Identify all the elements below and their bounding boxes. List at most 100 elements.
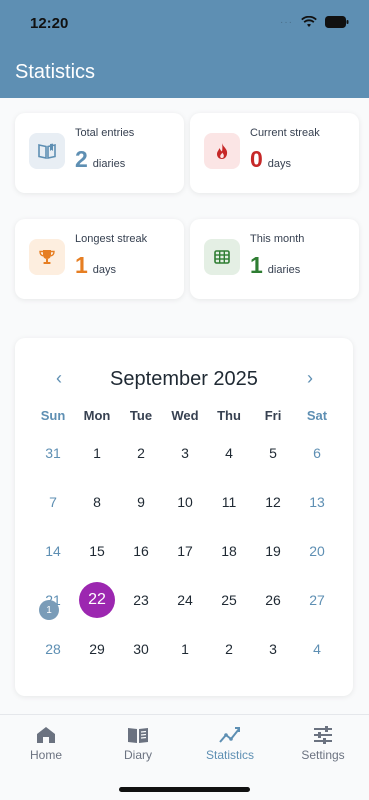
status-bar: 12:20 ··· bbox=[0, 0, 369, 46]
tab-label: Settings bbox=[301, 748, 345, 762]
stat-value: 1 bbox=[75, 252, 88, 278]
status-icons: ··· bbox=[280, 16, 349, 28]
tab-diary[interactable]: Diary bbox=[92, 725, 184, 762]
weekday-header: Sat bbox=[306, 408, 328, 423]
calendar-day[interactable]: 7 bbox=[31, 477, 75, 526]
calendar-day[interactable]: 29 bbox=[75, 624, 119, 673]
calendar-day-number: 30 bbox=[133, 640, 149, 657]
calendar-day[interactable]: 24 bbox=[163, 575, 207, 624]
stat-label: Current streak bbox=[250, 127, 320, 139]
weekday-header: Thu bbox=[217, 408, 241, 423]
calendar-day-number: 9 bbox=[137, 493, 145, 510]
stat-card-total-entries: Total entries 2 diaries bbox=[15, 113, 184, 193]
calendar-day-number: 28 bbox=[45, 640, 61, 657]
next-month-button[interactable]: › bbox=[300, 368, 320, 389]
calendar-day[interactable]: 11 bbox=[207, 477, 251, 526]
calendar-day-number: 23 bbox=[133, 591, 149, 608]
tab-label: Diary bbox=[123, 748, 152, 762]
fire-icon bbox=[204, 133, 240, 169]
stat-label: Total entries bbox=[75, 127, 135, 139]
calendar-day[interactable]: 30 bbox=[119, 624, 163, 673]
stat-unit: days bbox=[267, 158, 292, 170]
chart-icon bbox=[219, 727, 240, 743]
calendar-day[interactable]: 1 bbox=[75, 428, 119, 477]
calendar-day-number: 1 bbox=[93, 444, 101, 461]
calendar-day-number: 3 bbox=[269, 640, 277, 657]
calendar-day[interactable]: 3 bbox=[163, 428, 207, 477]
calendar-day-number: 19 bbox=[265, 542, 281, 559]
wifi-icon bbox=[301, 16, 317, 27]
calendar-day-number: 7 bbox=[49, 493, 57, 510]
calendar-day-number: 29 bbox=[89, 640, 105, 657]
calendar-day[interactable]: 1 bbox=[163, 624, 207, 673]
tab-label: Statistics bbox=[205, 748, 254, 762]
battery-icon bbox=[325, 16, 349, 28]
calendar-day[interactable]: 28 bbox=[31, 624, 75, 673]
calendar-day-number: 24 bbox=[177, 591, 193, 608]
tab-statistics[interactable]: Statistics bbox=[184, 725, 276, 762]
calendar-day-number: 17 bbox=[177, 542, 193, 559]
stat-value: 0 bbox=[250, 146, 263, 172]
stat-unit: days bbox=[92, 264, 117, 276]
calendar-day[interactable]: 9 bbox=[119, 477, 163, 526]
calendar-day-number: 10 bbox=[177, 493, 193, 510]
calendar-day-number: 11 bbox=[221, 493, 237, 510]
calendar-day[interactable]: 16 bbox=[119, 526, 163, 575]
calendar-day[interactable]: 20 bbox=[295, 526, 339, 575]
calendar-day[interactable]: 19 bbox=[251, 526, 295, 575]
calendar-day[interactable]: 17 bbox=[163, 526, 207, 575]
grid-calendar-icon bbox=[204, 239, 240, 275]
calendar-day-number: 3 bbox=[181, 444, 189, 461]
weekday-header: Mon bbox=[83, 408, 111, 423]
weekday-header: Fri bbox=[264, 408, 282, 423]
book-icon bbox=[29, 133, 65, 169]
calendar-day[interactable]: 6 bbox=[295, 428, 339, 477]
calendar-day-number: 8 bbox=[93, 493, 101, 510]
calendar-day[interactable]: 15 bbox=[75, 526, 119, 575]
stat-unit: diaries bbox=[267, 264, 301, 276]
calendar-day-number: 25 bbox=[221, 591, 237, 608]
calendar-day-number: 2 bbox=[225, 640, 233, 657]
calendar-day[interactable]: 22 bbox=[75, 575, 119, 624]
calendar-grid: Sun Mon Tue Wed Thu Fri Sat 31 1 2 3 4 5 6 7 8 9 10 11 12 13… bbox=[31, 408, 339, 673]
calendar-day-number: 6 bbox=[313, 444, 321, 461]
calendar-day[interactable]: 14 bbox=[31, 526, 75, 575]
calendar-day[interactable]: 21 1 bbox=[31, 575, 75, 624]
calendar-day[interactable]: 13 bbox=[295, 477, 339, 526]
calendar-day[interactable]: 18 bbox=[207, 526, 251, 575]
calendar-day[interactable]: 2 bbox=[119, 428, 163, 477]
calendar-day[interactable]: 26 bbox=[251, 575, 295, 624]
diary-icon bbox=[128, 728, 148, 743]
calendar-day[interactable]: 2 bbox=[207, 624, 251, 673]
tab-label: Home bbox=[29, 748, 62, 762]
calendar-day-number: 1 bbox=[181, 640, 189, 657]
calendar-day[interactable]: 5 bbox=[251, 428, 295, 477]
calendar-day[interactable]: 25 bbox=[207, 575, 251, 624]
calendar-day-number: 4 bbox=[225, 444, 233, 461]
weekday-header: Tue bbox=[129, 408, 153, 423]
calendar-day[interactable]: 12 bbox=[251, 477, 295, 526]
stat-card-this-month: This month 1 diaries bbox=[190, 219, 359, 299]
calendar-day[interactable]: 3 bbox=[251, 624, 295, 673]
calendar-day[interactable]: 8 bbox=[75, 477, 119, 526]
stat-label: This month bbox=[250, 233, 305, 245]
calendar-day[interactable]: 23 bbox=[119, 575, 163, 624]
entry-count-badge: 1 bbox=[39, 600, 59, 620]
calendar-day-number: 4 bbox=[313, 640, 321, 657]
stat-value: 2 bbox=[75, 146, 88, 172]
calendar-day[interactable]: 31 bbox=[31, 428, 75, 477]
sliders-icon bbox=[314, 726, 332, 744]
trophy-icon bbox=[29, 239, 65, 275]
calendar-day-number: 20 bbox=[309, 542, 325, 559]
tab-settings[interactable]: Settings bbox=[277, 725, 369, 762]
stat-label: Longest streak bbox=[75, 233, 148, 245]
calendar-day[interactable]: 27 bbox=[295, 575, 339, 624]
tab-home[interactable]: Home bbox=[0, 725, 92, 762]
calendar-day-number: 12 bbox=[265, 493, 281, 510]
page-title: Statistics bbox=[15, 61, 96, 83]
calendar-day[interactable]: 4 bbox=[207, 428, 251, 477]
calendar-day[interactable]: 4 bbox=[295, 624, 339, 673]
weekday-header: Sun bbox=[40, 408, 66, 423]
calendar-day[interactable]: 10 bbox=[163, 477, 207, 526]
calendar-day-number: 13 bbox=[309, 493, 325, 510]
